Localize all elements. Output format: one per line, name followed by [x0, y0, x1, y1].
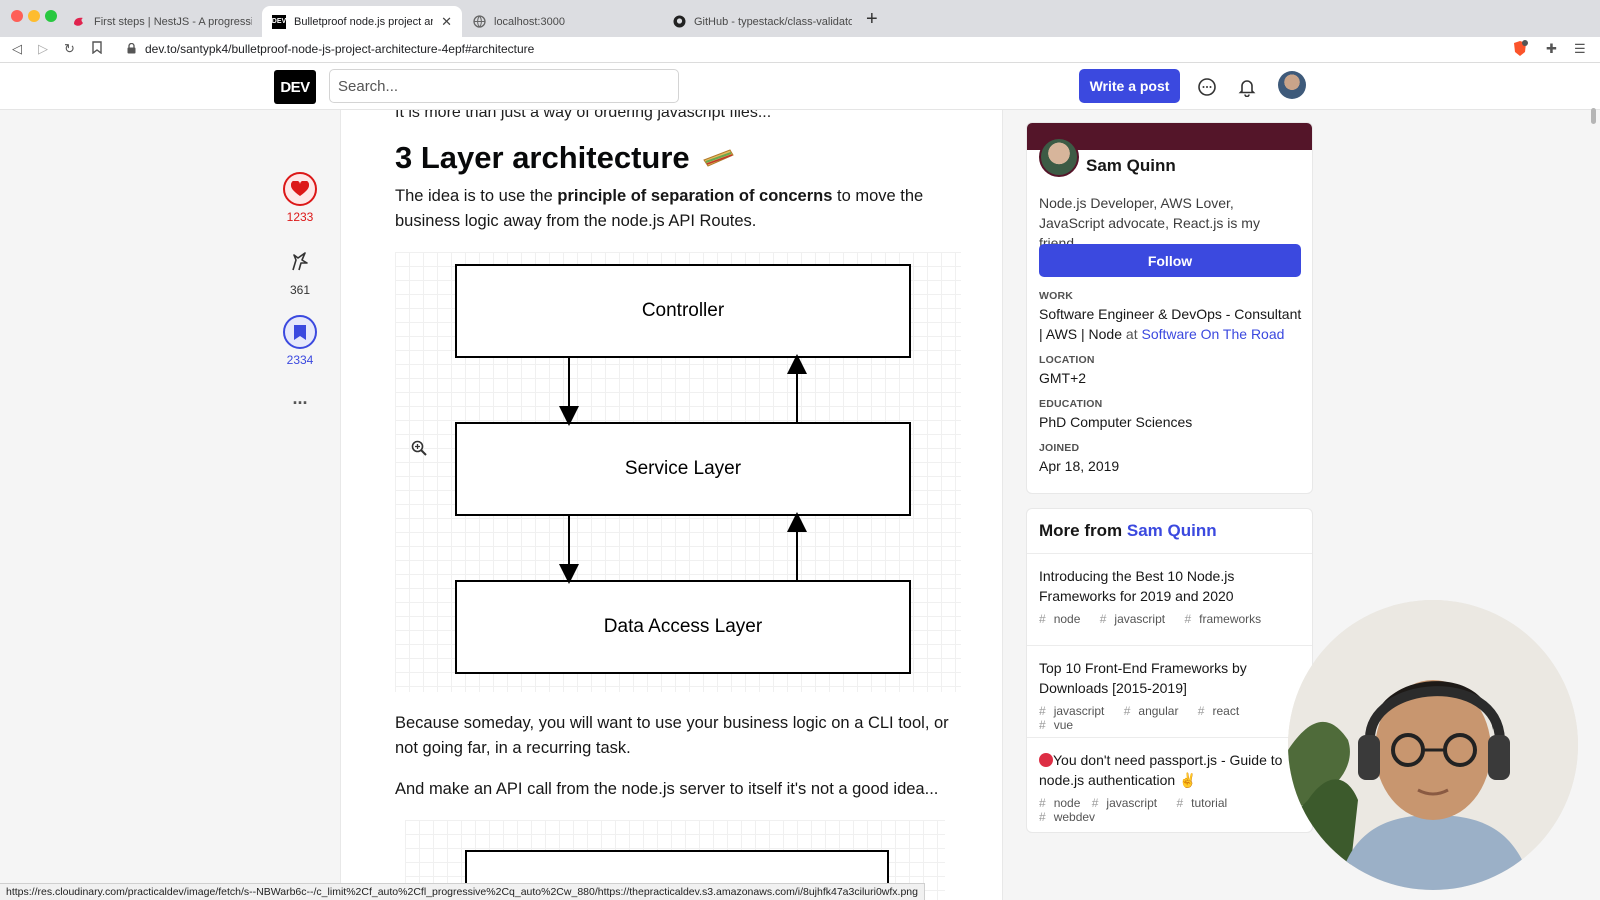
reload-icon[interactable]: ↻: [64, 41, 75, 57]
company-link[interactable]: Software On The Road: [1141, 326, 1284, 342]
nestjs-icon: [72, 15, 86, 29]
maximize-window-icon[interactable]: [45, 10, 57, 22]
more-options-button[interactable]: ...: [270, 388, 330, 409]
sandwich-icon: [702, 142, 735, 178]
github-icon: [672, 15, 686, 29]
tab-bulletproof-active[interactable]: DEV Bulletproof node.js project arch ✕: [262, 6, 462, 37]
education-label: EDUCATION: [1039, 398, 1103, 410]
tab-github[interactable]: GitHub - typestack/class-validator:: [662, 6, 862, 37]
intro-paragraph: The idea is to use the principle of sepa…: [395, 187, 924, 230]
list-item[interactable]: You don't need passport.js - Guide to no…: [1027, 737, 1312, 832]
tag-link[interactable]: # node: [1039, 612, 1088, 626]
tag-link[interactable]: # javascript: [1100, 612, 1173, 626]
browser-tab-bar: First steps | NestJS - A progressive DEV…: [0, 0, 1600, 37]
architecture-diagram[interactable]: Controller Service Layer Data Access Lay…: [395, 252, 961, 692]
tab-nestjs[interactable]: First steps | NestJS - A progressive: [62, 6, 262, 37]
unicorn-count: 361: [289, 283, 311, 297]
joined-label: JOINED: [1039, 442, 1080, 454]
heart-reaction[interactable]: 1233: [270, 172, 330, 224]
tag-link[interactable]: # tutorial: [1176, 796, 1235, 810]
new-tab-button[interactable]: +: [866, 8, 878, 31]
author-profile-card: Sam Quinn Node.js Developer, AWS Lover, …: [1026, 122, 1313, 494]
close-window-icon[interactable]: [11, 10, 23, 22]
body-paragraph: Because someday, you will want to use yo…: [395, 714, 949, 757]
tag-link[interactable]: # javascript: [1039, 704, 1112, 718]
bell-icon[interactable]: [1237, 77, 1257, 97]
work-value: Software Engineer & DevOps - Consultant …: [1039, 306, 1302, 342]
search-input[interactable]: [329, 69, 679, 103]
joined-value: Apr 18, 2019: [1039, 458, 1120, 474]
dev-icon: DEV: [272, 14, 286, 29]
forward-icon[interactable]: ▷: [38, 41, 48, 57]
post-title[interactable]: Introducing the Best 10 Node.js Framewor…: [1039, 566, 1302, 606]
url-field[interactable]: dev.to/santypk4/bulletproof-node-js-proj…: [145, 42, 534, 56]
more-from-heading: More from Sam Quinn: [1039, 521, 1217, 540]
section-heading: 3 Layer architecture: [395, 140, 735, 178]
body-paragraph: And make an API call from the node.js se…: [395, 780, 939, 798]
post-title[interactable]: You don't need passport.js - Guide to no…: [1039, 750, 1302, 790]
post-tags: # javascript # angular # react # vue: [1039, 704, 1302, 732]
post-tags: # node # javascript # tutorial # webdev: [1039, 796, 1302, 824]
work-label: WORK: [1039, 290, 1074, 302]
dev-logo[interactable]: DEV: [274, 70, 316, 104]
post-tags: # node # javascript # frameworks: [1039, 612, 1302, 626]
tag-link[interactable]: # webdev: [1039, 810, 1103, 824]
link-status-bar: https://res.cloudinary.com/practicaldev/…: [0, 883, 925, 900]
site-header: DEV Write a post: [0, 63, 1600, 110]
chat-icon[interactable]: [1197, 77, 1217, 97]
presenter-video: [1288, 600, 1578, 890]
bookmark-reaction[interactable]: 2334: [270, 315, 330, 367]
unicorn-reaction[interactable]: 361: [270, 245, 330, 297]
red-circle-icon: [1039, 753, 1053, 767]
victory-hand-icon: ✌: [1179, 772, 1197, 788]
brave-shield-icon[interactable]: [1512, 40, 1528, 60]
education-value: PhD Computer Sciences: [1039, 414, 1193, 430]
address-bar: ◁ ▷ ↻ dev.to/santypk4/bulletproof-node-j…: [0, 37, 1600, 63]
reactions-sidebar: 1233 361 2334 ...: [0, 110, 340, 900]
user-avatar[interactable]: [1278, 71, 1306, 99]
more-from-author-card: More from Sam Quinn Introducing the Best…: [1026, 508, 1313, 833]
back-icon[interactable]: ◁: [12, 41, 22, 57]
diagram-arrows: [559, 354, 807, 584]
tag-link[interactable]: # node: [1039, 796, 1080, 810]
close-tab-icon[interactable]: ✕: [441, 14, 452, 30]
lock-icon: [127, 43, 136, 54]
webcam-overlay: [1288, 600, 1578, 890]
tag-link[interactable]: # javascript: [1092, 796, 1165, 810]
article-text-partial: It is more than just a way of ordering j…: [395, 110, 772, 121]
list-item[interactable]: Top 10 Front-End Frameworks by Downloads…: [1027, 645, 1312, 737]
author-name[interactable]: Sam Quinn: [1086, 156, 1176, 176]
write-post-button[interactable]: Write a post: [1079, 69, 1180, 103]
tag-link[interactable]: # react: [1198, 704, 1247, 718]
bookmark-icon: [283, 315, 317, 349]
minimize-window-icon[interactable]: [28, 10, 40, 22]
menu-icon[interactable]: ☰: [1574, 41, 1586, 57]
follow-button[interactable]: Follow: [1039, 244, 1301, 277]
heart-icon: [283, 172, 317, 206]
post-title[interactable]: Top 10 Front-End Frameworks by Downloads…: [1039, 658, 1302, 698]
location-label: LOCATION: [1039, 354, 1095, 366]
location-value: GMT+2: [1039, 370, 1087, 386]
bookmark-page-icon[interactable]: [92, 41, 102, 57]
unicorn-icon: [283, 245, 317, 279]
tag-link[interactable]: # angular: [1124, 704, 1187, 718]
bookmark-count: 2334: [286, 353, 314, 367]
heart-count: 1233: [286, 210, 314, 224]
list-item[interactable]: Introducing the Best 10 Node.js Framewor…: [1027, 553, 1312, 645]
article-body: It is more than just a way of ordering j…: [340, 110, 1003, 900]
author-avatar[interactable]: [1039, 137, 1079, 177]
tag-link[interactable]: # vue: [1039, 718, 1081, 732]
author-link[interactable]: Sam Quinn: [1127, 521, 1217, 540]
globe-icon: [472, 15, 486, 29]
tab-localhost[interactable]: localhost:3000: [462, 6, 662, 37]
zoom-in-icon[interactable]: [411, 440, 427, 456]
extensions-icon[interactable]: ✚: [1546, 41, 1557, 57]
tag-link[interactable]: # frameworks: [1184, 612, 1269, 626]
scrollbar-thumb[interactable]: [1591, 108, 1596, 124]
